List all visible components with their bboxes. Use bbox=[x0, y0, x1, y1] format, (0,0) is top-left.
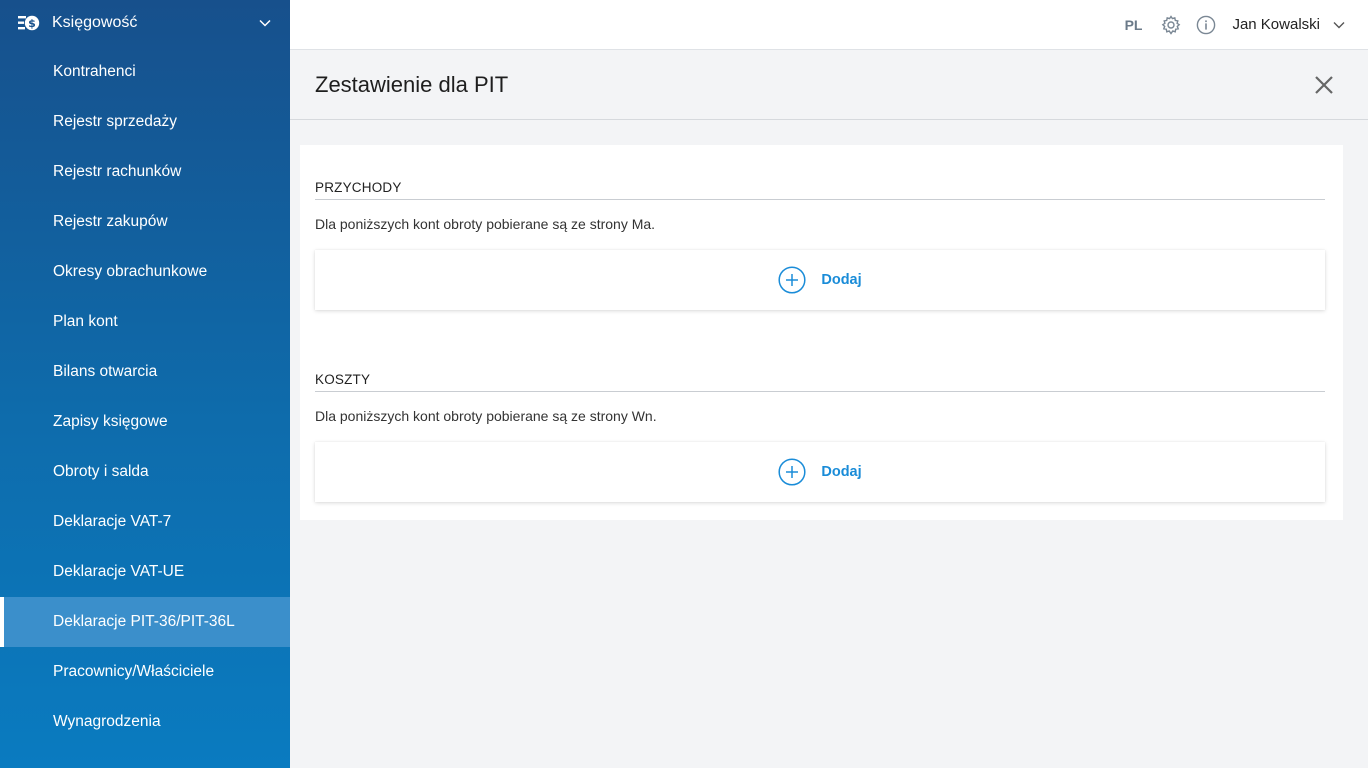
sidebar-item-plan-kont[interactable]: Plan kont bbox=[0, 297, 290, 347]
page-header: Zestawienie dla PIT bbox=[290, 50, 1368, 120]
sidebar-module-header[interactable]: $ Księgowość bbox=[0, 0, 290, 46]
add-costs-account-button[interactable]: Dodaj bbox=[315, 442, 1325, 502]
sidebar-item-label: Rejestr zakupów bbox=[53, 213, 168, 230]
topbar: PL Jan Kowalski bbox=[290, 0, 1368, 50]
sidebar-item-deklaracje-pit[interactable]: Deklaracje PIT-36/PIT-36L bbox=[0, 597, 290, 647]
sidebar-item-label: Deklaracje VAT-7 bbox=[53, 513, 172, 530]
sidebar-item-obroty-i-salda[interactable]: Obroty i salda bbox=[0, 447, 290, 497]
sidebar-item-label: Wynagrodzenia bbox=[53, 713, 161, 730]
sidebar-item-pracownicy-wlasciciele[interactable]: Pracownicy/Właściciele bbox=[0, 647, 290, 697]
sidebar-module-label: Księgowość bbox=[52, 14, 138, 31]
income-section-title: PRZYCHODY bbox=[315, 180, 1325, 200]
sidebar-item-okresy-obrachunkowe[interactable]: Okresy obrachunkowe bbox=[0, 247, 290, 297]
user-menu-name[interactable]: Jan Kowalski bbox=[1232, 16, 1320, 33]
sidebar-item-label: Okresy obrachunkowe bbox=[53, 263, 208, 280]
sidebar-item-rejestr-zakupow[interactable]: Rejestr zakupów bbox=[0, 197, 290, 247]
add-income-account-button[interactable]: Dodaj bbox=[315, 250, 1325, 310]
sidebar-item-label: Plan kont bbox=[53, 313, 118, 330]
income-section-description: Dla poniższych kont obroty pobierane są … bbox=[315, 216, 656, 232]
sidebar-item-deklaracje-vat-ue[interactable]: Deklaracje VAT-UE bbox=[0, 547, 290, 597]
sidebar-item-bilans-otwarcia[interactable]: Bilans otwarcia bbox=[0, 347, 290, 397]
sidebar-item-label: Rejestr sprzedaży bbox=[53, 113, 178, 130]
sidebar-item-zapisy-ksiegowe[interactable]: Zapisy księgowe bbox=[0, 397, 290, 447]
info-icon[interactable] bbox=[1195, 14, 1217, 36]
sidebar-item-wynagrodzenia[interactable]: Wynagrodzenia bbox=[0, 697, 290, 747]
sidebar-item-rejestr-sprzedazy[interactable]: Rejestr sprzedaży bbox=[0, 97, 290, 147]
sidebar-nav: Kontrahenci Rejestr sprzedaży Rejestr ra… bbox=[0, 47, 290, 747]
sidebar-item-label: Obroty i salda bbox=[53, 463, 149, 480]
costs-section-title: KOSZTY bbox=[315, 372, 1325, 392]
sidebar-item-label: Zapisy księgowe bbox=[53, 413, 168, 430]
plus-circle-icon bbox=[778, 458, 806, 486]
accounting-icon: $ bbox=[18, 13, 42, 33]
close-icon[interactable] bbox=[1313, 74, 1335, 96]
sidebar-item-label: Deklaracje PIT-36/PIT-36L bbox=[53, 613, 235, 630]
sidebar-item-label: Rejestr rachunków bbox=[53, 163, 182, 180]
sidebar-item-label: Bilans otwarcia bbox=[53, 363, 158, 380]
sidebar-item-label: Pracownicy/Właściciele bbox=[53, 663, 215, 680]
sidebar-item-label: Kontrahenci bbox=[53, 63, 136, 80]
main-area: PL Jan Kowalski Zestawienie dla PIT PRZY… bbox=[290, 0, 1368, 768]
sidebar-item-label: Deklaracje VAT-UE bbox=[53, 563, 185, 580]
sidebar-item-rejestr-rachunkow[interactable]: Rejestr rachunków bbox=[0, 147, 290, 197]
sidebar-item-kontrahenci[interactable]: Kontrahenci bbox=[0, 47, 290, 97]
sidebar-item-deklaracje-vat-7[interactable]: Deklaracje VAT-7 bbox=[0, 497, 290, 547]
costs-section-description: Dla poniższych kont obroty pobierane są … bbox=[315, 408, 657, 424]
language-switch[interactable]: PL bbox=[1125, 17, 1143, 33]
chevron-down-icon[interactable] bbox=[258, 16, 272, 30]
plus-circle-icon bbox=[778, 266, 806, 294]
svg-text:$: $ bbox=[28, 17, 36, 30]
content-area: PRZYCHODY Dla poniższych kont obroty pob… bbox=[290, 120, 1368, 520]
sidebar: $ Księgowość Kontrahenci Rejestr sprzeda… bbox=[0, 0, 290, 768]
pit-summary-panel: PRZYCHODY Dla poniższych kont obroty pob… bbox=[300, 145, 1343, 520]
chevron-down-icon[interactable] bbox=[1332, 18, 1346, 32]
add-button-label: Dodaj bbox=[821, 464, 862, 480]
gear-icon[interactable] bbox=[1160, 14, 1182, 36]
app-root: $ Księgowość Kontrahenci Rejestr sprzeda… bbox=[0, 0, 1368, 768]
page-title: Zestawienie dla PIT bbox=[315, 71, 509, 97]
add-button-label: Dodaj bbox=[821, 272, 862, 288]
